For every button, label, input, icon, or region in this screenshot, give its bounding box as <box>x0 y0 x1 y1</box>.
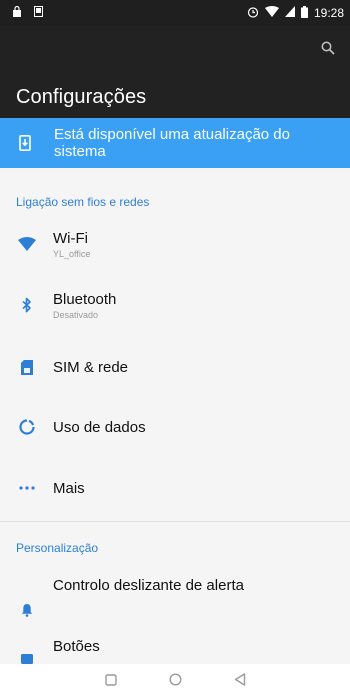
settings-item-more-text: Mais <box>53 480 85 497</box>
settings-item-title: SIM & rede <box>53 358 129 376</box>
status-right: 19:28 <box>247 5 344 21</box>
wifi-icon <box>0 214 53 274</box>
settings-item-title: Bluetooth <box>53 290 117 308</box>
settings-item-sim-text: SIM & rede <box>53 359 128 376</box>
settings-item-buttons[interactable]: Botões <box>0 632 350 664</box>
recent-apps-button[interactable] <box>104 673 117 691</box>
wifi-signal-icon <box>264 6 279 20</box>
cell-signal-icon <box>284 6 295 20</box>
search-button[interactable] <box>314 36 342 64</box>
settings-item-slide-alert-text: Controlo deslizante de alerta <box>53 577 244 594</box>
settings-item-title: Botões <box>53 638 100 655</box>
search-icon <box>321 41 335 60</box>
navigation-bar <box>0 664 350 700</box>
buttons-icon <box>0 632 53 664</box>
status-time: 19:28 <box>313 6 344 20</box>
settings-item-buttons-text: Botões <box>53 632 100 655</box>
more-dots-icon <box>0 458 53 518</box>
settings-item-bluetooth[interactable]: Bluetooth Desativado <box>0 275 350 335</box>
system-update-text: Está disponível uma atualização do siste… <box>54 125 290 160</box>
lock-icon <box>12 5 22 20</box>
section-title-wireless: Ligação sem fios e redes <box>16 195 150 209</box>
settings-item-slide-alert[interactable]: Controlo deslizante de alerta <box>0 569 350 629</box>
data-usage-icon <box>0 397 53 457</box>
settings-item-title: Mais <box>53 479 85 497</box>
settings-item-more[interactable]: Mais <box>0 458 350 518</box>
status-left <box>12 5 43 20</box>
settings-item-subtitle: YL_office <box>53 248 91 259</box>
section-divider <box>0 521 350 522</box>
system-update-icon <box>0 118 50 168</box>
settings-item-data-usage-text: Uso de dados <box>53 419 146 436</box>
bell-icon <box>0 569 53 629</box>
settings-item-wifi[interactable]: Wi-Fi YL_office <box>0 214 350 274</box>
settings-item-title: Uso de dados <box>53 418 146 436</box>
section-title-personalization: Personalização <box>16 541 99 555</box>
back-button[interactable] <box>234 673 246 691</box>
settings-item-subtitle: Desativado <box>53 309 99 320</box>
settings-item-title: Controlo deslizante de alerta <box>53 576 244 594</box>
home-button[interactable] <box>168 673 182 691</box>
battery-icon <box>300 5 308 21</box>
storage-icon <box>34 6 43 20</box>
system-update-banner[interactable]: Está disponível uma atualização do siste… <box>0 118 350 168</box>
bluetooth-icon <box>0 275 53 335</box>
alarm-icon <box>247 6 259 21</box>
app-bar: Configurações <box>0 26 350 118</box>
page-title: Configurações <box>16 86 147 108</box>
settings-item-title: Wi-Fi <box>53 229 88 247</box>
status-bar: 19:28 <box>0 0 350 26</box>
settings-item-data-usage[interactable]: Uso de dados <box>0 397 350 457</box>
sim-card-icon <box>0 337 53 397</box>
settings-item-bluetooth-text: Bluetooth Desativado <box>53 291 116 320</box>
settings-item-wifi-text: Wi-Fi YL_office <box>53 230 90 259</box>
settings-item-sim[interactable]: SIM & rede <box>0 337 350 397</box>
